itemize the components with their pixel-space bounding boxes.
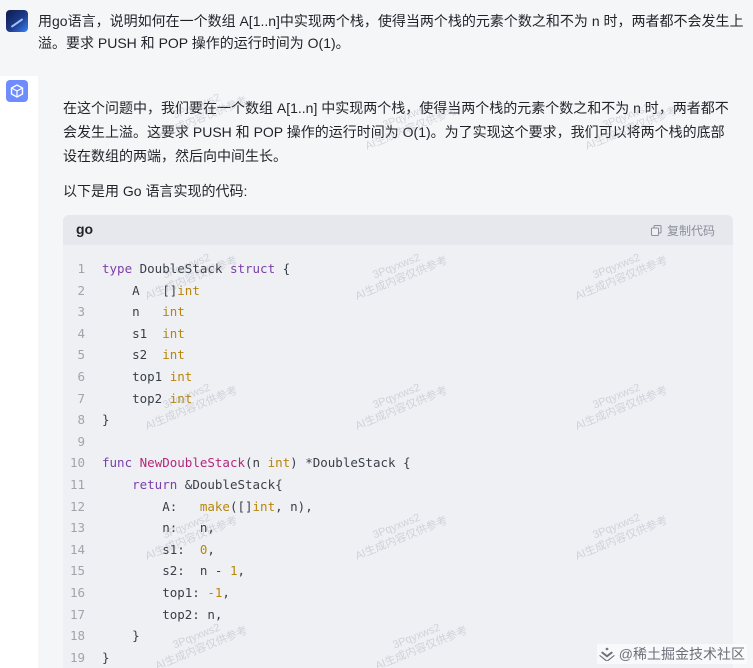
user-avatar (6, 10, 28, 32)
code-line: 13 n: n, (63, 517, 733, 539)
line-number: 3 (77, 304, 85, 320)
code-line: 14 s1: 0, (63, 539, 733, 561)
line-number: 13 (69, 520, 85, 536)
ai-subheading: 以下是用 Go 语言实现的代码: (63, 183, 248, 199)
code-line: 8} (63, 409, 733, 431)
copy-code-button[interactable]: 复制代码 (650, 222, 715, 239)
code-line: 15 s2: n - 1, (63, 560, 733, 582)
line-number: 17 (69, 606, 85, 622)
code-language-label: go (76, 221, 94, 237)
code-line: 6 top1 int (63, 366, 733, 388)
user-message-row: 用go语言，说明如何在一个数组 A[1..n]中实现两个栈，使得当两个栈的元素个… (0, 0, 753, 76)
line-number: 8 (77, 412, 85, 428)
code-line: 17 top2: n, (63, 604, 733, 626)
ai-avatar (6, 80, 28, 102)
line-number: 15 (69, 563, 85, 579)
line-number: 1 (77, 261, 85, 276)
code-line: 11 return &DoubleStack{ (63, 474, 733, 496)
code-header: go 复制代码 (63, 215, 733, 245)
copy-code-label: 复制代码 (666, 224, 715, 238)
code-line: 4 s1 int (63, 323, 733, 345)
line-number: 5 (77, 347, 85, 363)
code-line: 10 func NewDoubleStack(n int) *DoubleStac… (63, 452, 733, 474)
code-line: 3 n int (63, 301, 733, 323)
code-lines: 1 type DoubleStack struct { 2 A []int 3 n… (63, 258, 733, 668)
line-number: 19 (69, 649, 85, 665)
code-line: 7 top2 int (63, 388, 733, 410)
code-line: 16 top1: -1, (63, 582, 733, 604)
footer-watermark: @稀土掘金技术社区 (596, 644, 747, 664)
line-number: 18 (69, 628, 85, 644)
copy-icon (650, 225, 662, 236)
line-number: 6 (77, 368, 85, 384)
line-number: 11 (69, 476, 85, 492)
code-line: 5 s2 int (63, 344, 733, 366)
code-block: go 复制代码 1 type DoubleStack struct { 2 A [… (63, 215, 733, 668)
line-number: 2 (77, 282, 85, 298)
line-number: 9 (77, 433, 85, 449)
footer-watermark-text: @稀土掘金技术社区 (618, 646, 745, 662)
line-number: 4 (77, 325, 85, 341)
user-message-text: 用go语言，说明如何在一个数组 A[1..n]中实现两个栈，使得当两个栈的元素个… (38, 13, 744, 51)
code-line: 2 A []int (63, 280, 733, 302)
ai-explanation: 在这个问题中，我们要在一个数组 A[1..n] 中实现两个栈，使得当两个栈的元素… (63, 100, 729, 164)
line-number: 14 (69, 541, 85, 557)
line-number: 16 (69, 584, 85, 600)
code-line: 1 type DoubleStack struct { (63, 258, 733, 280)
cube-icon (10, 84, 24, 98)
line-number: 10 (69, 455, 85, 471)
line-number: 12 (69, 498, 85, 514)
code-line: 9 (63, 431, 733, 453)
line-number: 7 (77, 390, 85, 406)
juejin-logo-icon (598, 647, 615, 661)
code-line: 12 A: make([]int, n), (63, 496, 733, 518)
